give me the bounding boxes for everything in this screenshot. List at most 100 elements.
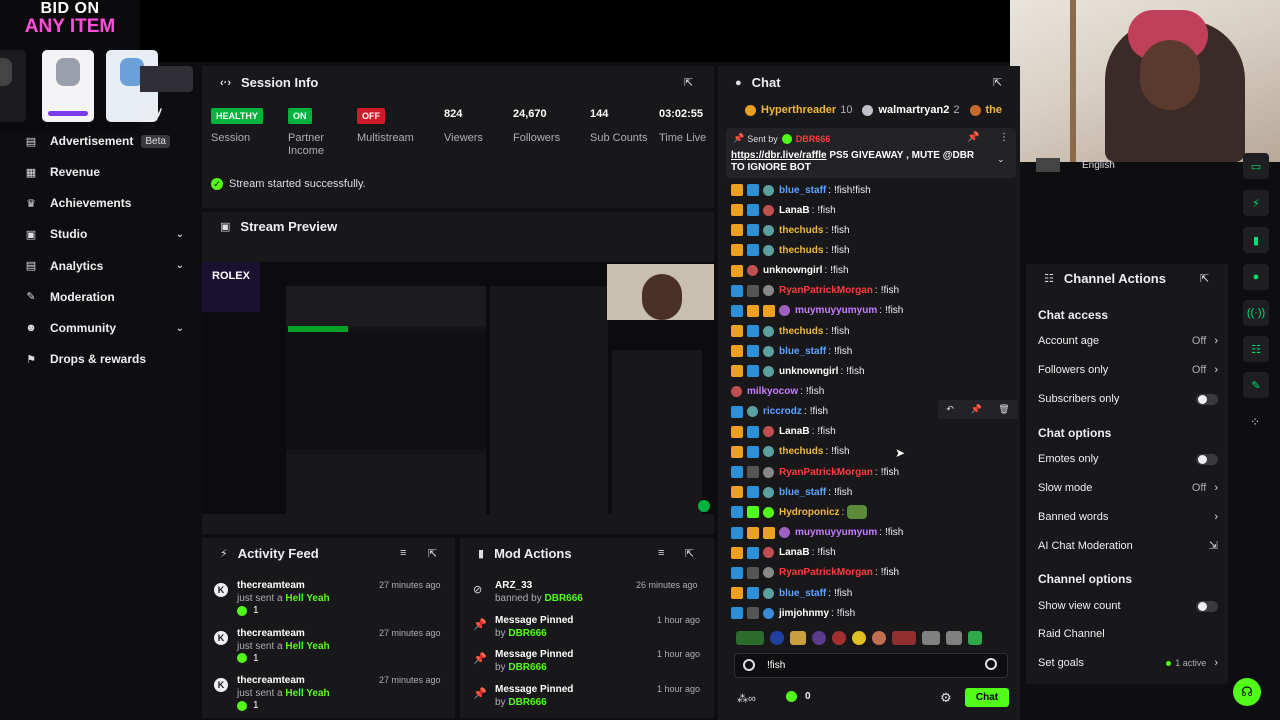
rail-button-chat[interactable]: ●: [1243, 264, 1269, 290]
chat-message[interactable]: milkyocow: !fish: [731, 384, 824, 400]
rail-button-sliders[interactable]: ☷: [1243, 336, 1269, 362]
leaderboard-user[interactable]: the: [986, 104, 1003, 116]
rail-button-lightning[interactable]: ⚡: [1243, 190, 1269, 216]
chat-username[interactable]: blue_staff: [779, 346, 826, 357]
nav-item-revenue[interactable]: ▦ Revenue: [24, 162, 184, 182]
reply-icon[interactable]: ↶: [946, 404, 954, 415]
nav-item-community[interactable]: ☻ Community ⌄: [24, 318, 184, 338]
show-view-count-toggle[interactable]: [1196, 600, 1218, 612]
popout-icon[interactable]: ⇱: [684, 76, 693, 89]
rail-button-stats[interactable]: ▭: [1243, 153, 1269, 179]
mod-user[interactable]: DBR666: [545, 593, 583, 604]
chat-username[interactable]: blue_staff: [779, 185, 826, 196]
chat-message[interactable]: thechuds: !fish: [731, 323, 850, 339]
mod-user[interactable]: DBR666: [508, 697, 546, 708]
delete-icon[interactable]: 🗑: [998, 404, 1009, 415]
more-icon[interactable]: ⋮: [999, 132, 1009, 143]
chat-message[interactable]: blue_staff: !fish!fish: [731, 182, 871, 198]
mod-action-item[interactable]: Message Pinned by DBR666 1 hour ago: [495, 615, 705, 639]
nav-selected-item[interactable]: [140, 66, 193, 92]
mod-user[interactable]: DBR666: [508, 662, 546, 673]
chat-message[interactable]: blue_staff: !fish: [731, 343, 852, 359]
emote[interactable]: [832, 631, 846, 645]
chat-username[interactable]: thechuds: [779, 326, 823, 337]
chat-username[interactable]: Hydroponicz: [779, 507, 840, 518]
chat-username[interactable]: thechuds: [779, 446, 823, 457]
nav-item-stream-key[interactable]: Key: [140, 104, 162, 118]
rail-button-wrench[interactable]: ✎: [1243, 372, 1269, 398]
activity-item[interactable]: thecreamteam just sent a Hell Yeah 1 27 min…: [237, 675, 447, 711]
chat-username[interactable]: blue_staff: [779, 487, 826, 498]
chat-message[interactable]: blue_staff: !fish: [731, 585, 852, 601]
banned-words-row[interactable]: Banned words ›: [1038, 511, 1218, 523]
chat-username[interactable]: LanaB: [779, 547, 810, 558]
nav-item-analytics[interactable]: ▤ Analytics ⌄: [24, 256, 184, 276]
chat-username[interactable]: LanaB: [779, 205, 810, 216]
popout-icon[interactable]: ⇱: [685, 547, 694, 560]
emote[interactable]: [922, 631, 940, 645]
activity-item[interactable]: thecreamteam just sent a Hell Yeah 1 27 min…: [237, 628, 447, 664]
chat-username[interactable]: unknowngirl: [779, 366, 838, 377]
chat-input-value[interactable]: !fish: [767, 660, 785, 671]
subscribers-only-toggle[interactable]: [1196, 393, 1218, 405]
rail-button-broadcast[interactable]: ((·)): [1243, 300, 1269, 326]
emote[interactable]: [770, 631, 784, 645]
rail-button-log[interactable]: ▮: [1243, 227, 1269, 253]
chat-message[interactable]: thechuds: !fish: [731, 444, 850, 460]
emote[interactable]: [790, 631, 806, 645]
activity-item[interactable]: thecreamteam just sent a Hell Yeah 1 27 min…: [237, 580, 447, 616]
ai-moderation-row[interactable]: AI Chat Moderation ⇲: [1038, 539, 1218, 553]
nav-item-moderation[interactable]: ✎ Moderation: [24, 287, 184, 307]
help-icon[interactable]: ☊: [1233, 678, 1261, 706]
chat-message[interactable]: blue_staff: !fish: [731, 484, 852, 500]
chat-username[interactable]: milkyocow: [747, 386, 798, 397]
chat-username[interactable]: jimjohnmy: [779, 608, 829, 619]
raid-channel-row[interactable]: Raid Channel: [1038, 628, 1218, 640]
chat-username[interactable]: RyanPatrickMorgan: [779, 467, 873, 478]
community-icon[interactable]: ⁂∞: [737, 692, 756, 705]
reply-context-icon[interactable]: [743, 659, 755, 671]
slow-mode-row[interactable]: Slow mode Off ›: [1038, 482, 1218, 494]
chat-message[interactable]: RyanPatrickMorgan: !fish: [731, 464, 899, 480]
popout-icon[interactable]: ⇱: [993, 76, 1002, 89]
popout-icon[interactable]: ⇱: [428, 547, 437, 560]
chat-message[interactable]: riccrodz: !fish: [731, 404, 828, 420]
chat-username[interactable]: thechuds: [779, 225, 823, 236]
chat-message[interactable]: RyanPatrickMorgan: !fish: [731, 565, 899, 581]
nav-item-studio[interactable]: ▣ Studio ⌄: [24, 224, 184, 244]
emotes-only-toggle[interactable]: [1196, 453, 1218, 465]
send-chat-button[interactable]: Chat: [965, 688, 1009, 707]
set-goals-row[interactable]: Set goals 1 active ›: [1038, 657, 1218, 669]
emoji-icon[interactable]: [985, 658, 997, 670]
mod-user[interactable]: DBR666: [508, 628, 546, 639]
chat-username[interactable]: blue_staff: [779, 588, 826, 599]
chat-message[interactable]: muymuyyumyum: !fish: [731, 525, 903, 541]
mod-action-item[interactable]: Message Pinned by DBR666 1 hour ago: [495, 684, 705, 708]
rail-more-icon[interactable]: ⁘: [1250, 415, 1260, 429]
chat-message[interactable]: jimjohnmy: !fish: [731, 605, 855, 621]
chat-message[interactable]: Hydroponicz:: [731, 504, 868, 520]
mod-action-item[interactable]: ARZ_33 banned by DBR666 26 minutes ago: [495, 580, 705, 604]
emote[interactable]: [852, 631, 866, 645]
mod-action-item[interactable]: Message Pinned by DBR666 1 hour ago: [495, 649, 705, 673]
chat-username[interactable]: LanaB: [779, 426, 810, 437]
stream-preview-video[interactable]: ROLEX: [202, 262, 714, 514]
chat-message[interactable]: thechuds: !fish: [731, 222, 850, 238]
chat-message[interactable]: LanaB: !fish: [731, 424, 836, 440]
nav-item-achievements[interactable]: ♛ Achievements: [24, 193, 184, 213]
points-display[interactable]: 0: [786, 691, 811, 702]
chat-message[interactable]: LanaB: !fish: [731, 545, 836, 561]
chat-username[interactable]: RyanPatrickMorgan: [779, 567, 873, 578]
settings-gear-icon[interactable]: ⚙: [940, 690, 952, 706]
filter-icon[interactable]: ≡: [400, 547, 406, 559]
pinned-link[interactable]: https://dbr.live/raffle: [731, 150, 827, 161]
account-age-row[interactable]: Account age Off ›: [1038, 335, 1218, 347]
chat-message[interactable]: RyanPatrickMorgan: !fish: [731, 283, 899, 299]
emote[interactable]: [968, 631, 982, 645]
emote[interactable]: [946, 631, 962, 645]
followers-only-row[interactable]: Followers only Off ›: [1038, 364, 1218, 376]
emote[interactable]: [872, 631, 886, 645]
popout-icon[interactable]: ⇱: [1200, 272, 1209, 285]
nav-item-drops-rewards[interactable]: ⚑ Drops & rewards: [24, 349, 184, 369]
leaderboard-user[interactable]: walmartryan2: [878, 104, 949, 116]
